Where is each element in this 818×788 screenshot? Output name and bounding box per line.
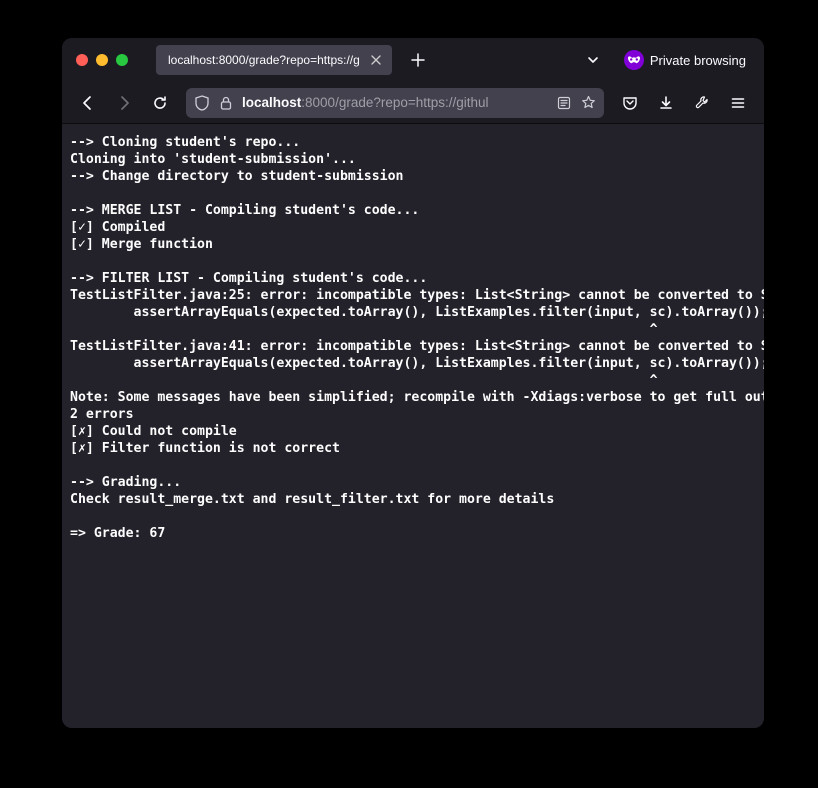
term-line: [✗] Could not compile [70, 424, 237, 439]
browser-tab[interactable]: localhost:8000/grade?repo=https://g [156, 45, 392, 75]
term-line: ^ [70, 373, 658, 388]
private-label: Private browsing [650, 53, 746, 68]
term-line: --> Grading... [70, 475, 181, 490]
private-browsing-indicator: Private browsing [624, 50, 746, 70]
url-text: localhost:8000/grade?repo=https://githul [242, 95, 548, 110]
lock-icon [218, 95, 234, 111]
titlebar: localhost:8000/grade?repo=https://g Priv… [62, 38, 764, 82]
term-line: Cloning into 'student-submission'... [70, 152, 356, 167]
devtools-button[interactable] [686, 87, 718, 119]
term-line: 2 errors [70, 407, 134, 422]
term-line: --> Change directory to student-submissi… [70, 169, 403, 184]
tab-title: localhost:8000/grade?repo=https://g [168, 53, 360, 67]
new-tab-button[interactable] [404, 46, 432, 74]
term-line: [✗] Filter function is not correct [70, 441, 340, 456]
term-line: --> MERGE LIST - Compiling student's cod… [70, 203, 419, 218]
address-bar[interactable]: localhost:8000/grade?repo=https://githul [186, 88, 604, 118]
browser-window: localhost:8000/grade?repo=https://g Priv… [62, 38, 764, 728]
app-menu-button[interactable] [722, 87, 754, 119]
term-line: TestListFilter.java:41: error: incompati… [70, 339, 764, 354]
maximize-window-button[interactable] [116, 54, 128, 66]
close-window-button[interactable] [76, 54, 88, 66]
term-line: assertArrayEquals(expected.toArray(), Li… [70, 356, 764, 371]
term-line: TestListFilter.java:25: error: incompati… [70, 288, 764, 303]
tabs-dropdown-button[interactable] [580, 47, 606, 73]
pocket-button[interactable] [614, 87, 646, 119]
term-line: assertArrayEquals(expected.toArray(), Li… [70, 305, 764, 320]
term-line: --> FILTER LIST - Compiling student's co… [70, 271, 427, 286]
forward-button[interactable] [108, 87, 140, 119]
term-line: Note: Some messages have been simplified… [70, 390, 764, 405]
reader-mode-icon[interactable] [556, 95, 572, 111]
downloads-button[interactable] [650, 87, 682, 119]
window-controls [76, 54, 128, 66]
reload-button[interactable] [144, 87, 176, 119]
back-button[interactable] [72, 87, 104, 119]
term-line: [✓] Merge function [70, 237, 213, 252]
term-line: Check result_merge.txt and result_filter… [70, 492, 554, 507]
close-tab-button[interactable] [368, 52, 384, 68]
bookmark-star-icon[interactable] [580, 95, 596, 111]
term-line: ^ [70, 322, 658, 337]
nav-toolbar: localhost:8000/grade?repo=https://githul [62, 82, 764, 124]
term-line: [✓] Compiled [70, 220, 165, 235]
shield-icon [194, 95, 210, 111]
term-line: --> Cloning student's repo... [70, 135, 300, 150]
mask-icon [624, 50, 644, 70]
minimize-window-button[interactable] [96, 54, 108, 66]
term-line: => Grade: 67 [70, 526, 165, 541]
page-content: --> Cloning student's repo... Cloning in… [62, 124, 764, 728]
